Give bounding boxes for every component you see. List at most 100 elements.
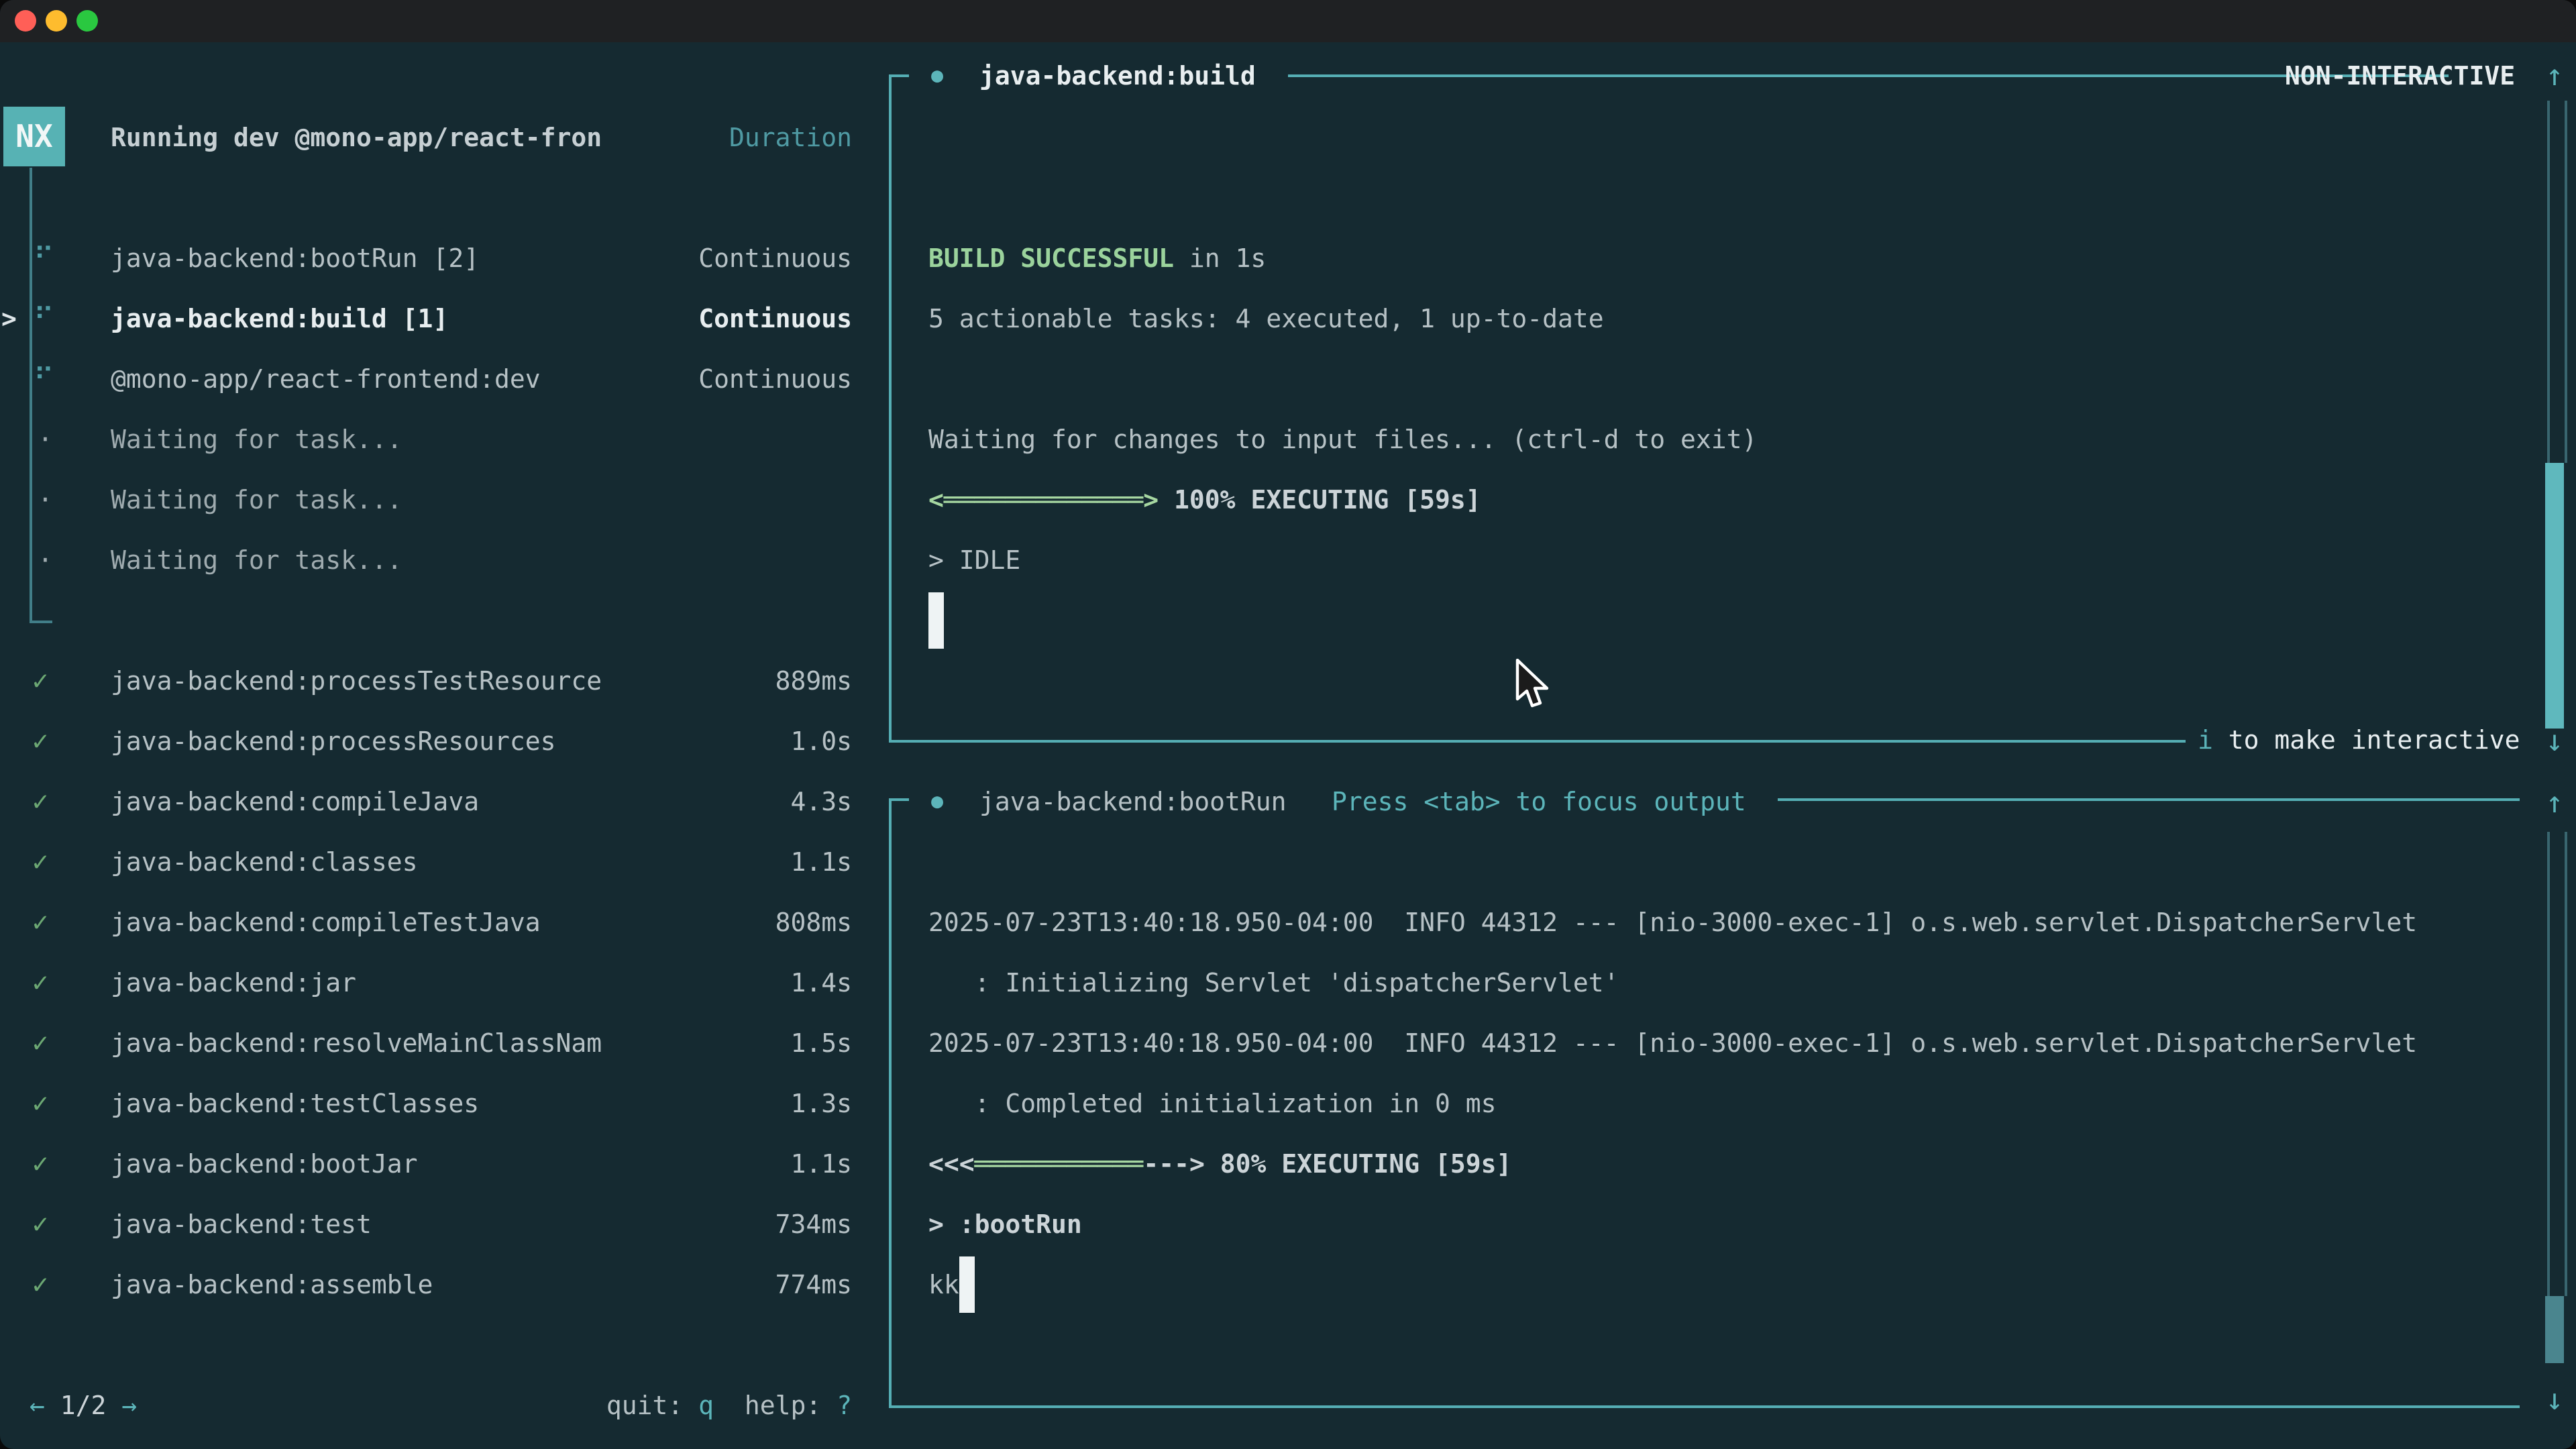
task-label: java-backend:resolveMainClassNam — [111, 1013, 602, 1073]
task-label: java-backend:processTestResource — [111, 651, 602, 711]
make-interactive-hint[interactable]: i to make interactive — [2198, 710, 2520, 770]
bullet-icon: · — [38, 470, 53, 530]
scroll-up-icon[interactable]: ↑ — [2534, 46, 2575, 106]
task-row[interactable]: ✓java-backend:resolveMainClassNam1.5s — [0, 1013, 880, 1073]
terminal-cursor — [959, 1256, 975, 1313]
help-key[interactable]: ? — [837, 1391, 852, 1420]
page-indicator[interactable]: ← 1/2 → — [30, 1375, 137, 1436]
prev-page-icon[interactable]: ← — [30, 1391, 45, 1420]
duration-column-header: Duration — [604, 107, 852, 168]
task-row[interactable]: ✓ java-backend:classes 1.1s — [0, 832, 880, 892]
quit-label: quit: — [606, 1391, 698, 1420]
next-page-icon[interactable]: → — [121, 1391, 137, 1420]
task-label: java-backend:compileJava — [111, 771, 479, 832]
task-row[interactable]: ⠋@mono-app/react-frontend:devContinuous — [0, 349, 880, 409]
task-label: java-backend:test — [111, 1194, 372, 1254]
task-duration: 1.5s — [790, 1013, 852, 1073]
minimize-button[interactable] — [46, 10, 67, 32]
help-label: help: — [745, 1391, 837, 1420]
task-label: java-backend:build [1] — [111, 288, 448, 349]
task-duration: Continuous — [698, 288, 852, 349]
task-row[interactable]: ·Waiting for task... — [0, 409, 880, 470]
task-row[interactable]: ✓java-backend:processResources1.0s — [0, 711, 880, 771]
panel-border-left — [889, 74, 892, 743]
panel-border-left — [889, 798, 892, 1408]
task-label: java-backend:bootJar — [111, 1134, 418, 1194]
task-duration: 1.0s — [790, 711, 852, 771]
task-label: Waiting for task... — [111, 470, 402, 530]
task-row[interactable]: ✓ java-backend:compileTestJava 808ms — [0, 892, 880, 953]
task-row[interactable]: ✓java-backend:compileJava4.3s — [0, 771, 880, 832]
scroll-down-icon[interactable]: ↓ — [2534, 1370, 2575, 1430]
task-duration: 808ms — [775, 892, 852, 953]
check-icon: ✓ — [32, 832, 48, 892]
output-line: : Completed initialization in 0 ms — [928, 1073, 1496, 1134]
check-icon: ✓ — [32, 1073, 48, 1134]
scrollbar-track[interactable] — [2547, 101, 2567, 463]
task-label: java-backend:classes — [111, 832, 418, 892]
output-line: 2025-07-23T13:40:18.950-04:00 INFO 44312… — [928, 1013, 2417, 1073]
task-row[interactable]: ✓java-backend:processTestResource889ms — [0, 651, 880, 711]
keyboard-shortcuts: quit: q help: ? — [402, 1375, 852, 1436]
scroll-up-icon[interactable]: ↑ — [2534, 773, 2575, 833]
terminal-window: NX Running dev @mono-app/react-fron Dura… — [0, 0, 2576, 1449]
nx-logo: NX — [3, 107, 65, 166]
output-line: kk — [928, 1254, 975, 1315]
task-row[interactable]: ·Waiting for task... — [0, 530, 880, 590]
output-line: 2025-07-23T13:40:18.950-04:00 INFO 44312… — [928, 892, 2417, 953]
task-row[interactable]: ✓java-backend:test734ms — [0, 1194, 880, 1254]
close-button[interactable] — [15, 10, 36, 32]
panel-border-top — [1778, 798, 2520, 801]
spinner-icon: ⠋ — [34, 228, 54, 288]
task-label: java-backend:compileTestJava — [111, 892, 541, 953]
output-line: BUILD SUCCESSFUL in 1s — [928, 228, 1266, 288]
spinner-icon: ⠋ — [34, 288, 54, 349]
task-list-title: Running dev @mono-app/react-fron — [111, 107, 602, 168]
task-row[interactable]: ⠋ java-backend:bootRun [2] Continuous — [0, 228, 880, 288]
task-row[interactable]: ✓java-backend:assemble774ms — [0, 1254, 880, 1315]
scrollbar-thumb[interactable] — [2545, 463, 2564, 729]
selected-task-icon: > — [1, 288, 17, 349]
task-label: java-backend:assemble — [111, 1254, 433, 1315]
spinner-icon: ⠋ — [34, 349, 54, 409]
interactive-key[interactable]: i — [2198, 725, 2213, 755]
panel-border-corner — [889, 74, 909, 77]
task-row[interactable]: · Waiting for task... — [0, 470, 880, 530]
scroll-down-icon[interactable]: ↓ — [2534, 711, 2575, 771]
non-interactive-label: NON-INTERACTIVE — [2285, 46, 2515, 106]
output-line: : Initializing Servlet 'dispatcherServle… — [928, 953, 1619, 1013]
terminal-cursor — [928, 592, 944, 649]
check-icon: ✓ — [32, 1134, 48, 1194]
scrollbar-track[interactable] — [2547, 832, 2567, 1296]
task-row[interactable]: ✓java-backend:jar1.4s — [0, 953, 880, 1013]
task-duration: 1.4s — [790, 953, 852, 1013]
task-duration: 1.1s — [790, 832, 852, 892]
mouse-cursor-icon — [1515, 659, 1555, 715]
titlebar — [0, 0, 2576, 42]
panel-title[interactable]: java-backend:build — [979, 46, 1256, 106]
output-line — [928, 590, 944, 651]
zoom-button[interactable] — [76, 10, 98, 32]
task-label: java-backend:jar — [111, 953, 356, 1013]
task-row[interactable]: ✓ java-backend:testClasses 1.3s — [0, 1073, 880, 1134]
task-duration: 774ms — [775, 1254, 852, 1315]
panel-border-top — [1288, 74, 2449, 77]
check-icon: ✓ — [32, 651, 48, 711]
check-icon: ✓ — [32, 711, 48, 771]
task-duration: Continuous — [698, 228, 852, 288]
output-line: <<<═══════════---> 80% EXECUTING [59s] — [928, 1134, 1511, 1194]
quit-key[interactable]: q — [698, 1391, 714, 1420]
task-duration: 1.1s — [790, 1134, 852, 1194]
check-icon: ✓ — [32, 1194, 48, 1254]
scrollbar-thumb[interactable] — [2545, 1296, 2564, 1363]
check-icon: ✓ — [32, 892, 48, 953]
task-row[interactable]: ✓ java-backend:bootJar 1.1s — [0, 1134, 880, 1194]
task-row[interactable]: > ⠋ java-backend:build [1] Continuous — [0, 288, 880, 349]
page-number-value: 1/2 — [60, 1391, 107, 1420]
task-duration: 1.3s — [790, 1073, 852, 1134]
panel-title[interactable]: java-backend:bootRun — [979, 771, 1287, 832]
task-label: java-backend:bootRun [2] — [111, 228, 479, 288]
bullet-icon: · — [38, 409, 53, 470]
task-label: java-backend:testClasses — [111, 1073, 479, 1134]
task-label: @mono-app/react-frontend:dev — [111, 349, 541, 409]
